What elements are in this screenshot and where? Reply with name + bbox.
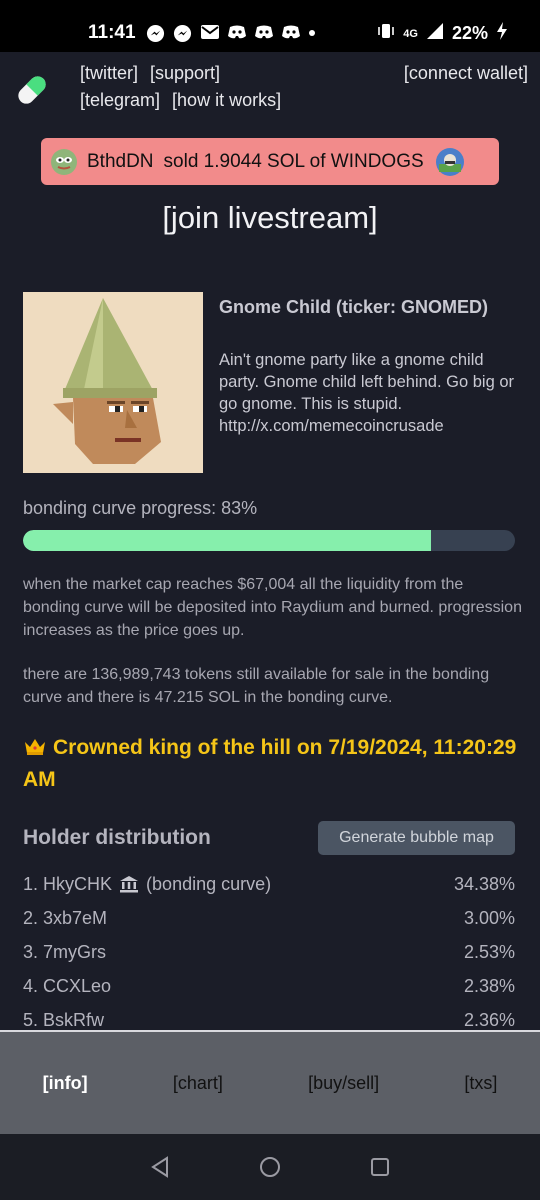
- more-dot-icon: [308, 24, 316, 43]
- king-of-the-hill-text: Crowned king of the hill on 7/19/2024, 1…: [23, 736, 517, 791]
- notification-icons: [146, 24, 316, 43]
- mail-icon: [200, 24, 219, 43]
- holder-name[interactable]: 4. CCXLeo: [23, 976, 111, 997]
- tab-info[interactable]: [info]: [37, 1067, 94, 1100]
- bonding-progress-bar: [23, 530, 515, 551]
- discord-icon: [227, 24, 246, 43]
- signal-icon: [426, 22, 444, 45]
- token-name: Gnome Child (ticker: GNOMED): [219, 297, 489, 317]
- telegram-link[interactable]: [telegram]: [80, 87, 160, 114]
- bottom-tab-bar: [info] [chart] [buy/sell] [txs]: [0, 1030, 540, 1134]
- status-time: 11:41: [88, 22, 136, 43]
- holder-row[interactable]: 4. CCXLeo 2.38%: [23, 969, 515, 1003]
- tab-buy-sell[interactable]: [buy/sell]: [302, 1067, 385, 1100]
- pill-logo-icon[interactable]: [12, 70, 52, 110]
- network-type: 4G: [403, 27, 418, 40]
- holder-name[interactable]: 1. HkyCHK: [23, 874, 112, 894]
- twitter-link[interactable]: [twitter]: [80, 60, 138, 87]
- token-description: Ain't gnome party like a gnome child par…: [219, 351, 515, 435]
- discord-icon: [281, 24, 300, 43]
- how-it-works-link[interactable]: [how it works]: [172, 87, 281, 114]
- tab-txs[interactable]: [txs]: [458, 1067, 503, 1100]
- trade-ticker-banner[interactable]: BthdDN sold 1.9044 SOL of WINDOGS: [41, 138, 499, 185]
- status-right: 4G 22%: [377, 22, 508, 45]
- connect-wallet-link[interactable]: [connect wallet]: [404, 60, 528, 87]
- header-links: [twitter] [support] [telegram] [how it w…: [80, 60, 281, 114]
- holder-list: 1. HkyCHK (bonding curve) 34.38% 2. 3xb7…: [23, 867, 515, 1037]
- holder-address[interactable]: 1. HkyCHK (bonding curve): [23, 874, 271, 895]
- support-link[interactable]: [support]: [150, 60, 220, 87]
- crown-icon: [23, 734, 47, 755]
- discord-icon: [254, 24, 273, 43]
- holder-name[interactable]: 3. 7myGrs: [23, 942, 106, 963]
- tab-chart[interactable]: [chart]: [167, 1067, 229, 1100]
- back-icon[interactable]: [149, 1156, 171, 1178]
- holder-name[interactable]: 2. 3xb7eM: [23, 908, 107, 929]
- holder-percent: 34.38%: [453, 873, 515, 894]
- status-bar: 11:41 4G 22%: [0, 0, 540, 52]
- holder-percent: 2.36%: [463, 1009, 515, 1030]
- user-avatar: [51, 148, 77, 175]
- trade-action: sold 1.9044 SOL of WINDOGS: [163, 150, 424, 172]
- trade-user[interactable]: BthdDN: [87, 151, 154, 173]
- bonding-progress-fill: [23, 530, 432, 551]
- messenger-icon: [173, 24, 192, 43]
- holder-row[interactable]: 2. 3xb7eM 3.00%: [23, 901, 515, 935]
- holder-name[interactable]: 5. BskRfw: [23, 1010, 104, 1031]
- bank-icon: [119, 875, 139, 893]
- holder-percent: 3.00%: [463, 907, 515, 928]
- home-icon[interactable]: [259, 1156, 281, 1178]
- app-view: [twitter] [support] [telegram] [how it w…: [0, 52, 540, 1134]
- messenger-icon: [146, 24, 165, 43]
- holder-distribution-title: Holder distribution: [23, 826, 211, 849]
- vibrate-icon: [377, 22, 395, 45]
- holder-percent: 2.53%: [463, 941, 515, 962]
- token-image: [23, 292, 203, 473]
- system-nav-bar: [0, 1134, 540, 1200]
- king-of-the-hill: Crowned king of the hill on 7/19/2024, 1…: [23, 732, 523, 796]
- recents-icon[interactable]: [369, 1156, 391, 1178]
- generate-bubble-map-button[interactable]: Generate bubble map: [318, 821, 515, 855]
- holder-row[interactable]: 3. 7myGrs 2.53%: [23, 935, 515, 969]
- coin-thumbnail[interactable]: [435, 147, 464, 176]
- holder-percent: 2.38%: [463, 975, 515, 996]
- holder-row[interactable]: 1. HkyCHK (bonding curve) 34.38%: [23, 867, 515, 901]
- bonding-info-text: when the market cap reaches $67,004 all …: [23, 576, 522, 639]
- bonding-supply-text: there are 136,989,743 tokens still avail…: [23, 666, 490, 706]
- holder-note: (bonding curve): [146, 873, 272, 894]
- charging-icon: [496, 22, 508, 45]
- join-livestream-link[interactable]: [join livestream]: [0, 200, 540, 236]
- battery-level: 22%: [451, 23, 488, 43]
- bonding-curve-label: bonding curve progress: 83%: [23, 498, 258, 518]
